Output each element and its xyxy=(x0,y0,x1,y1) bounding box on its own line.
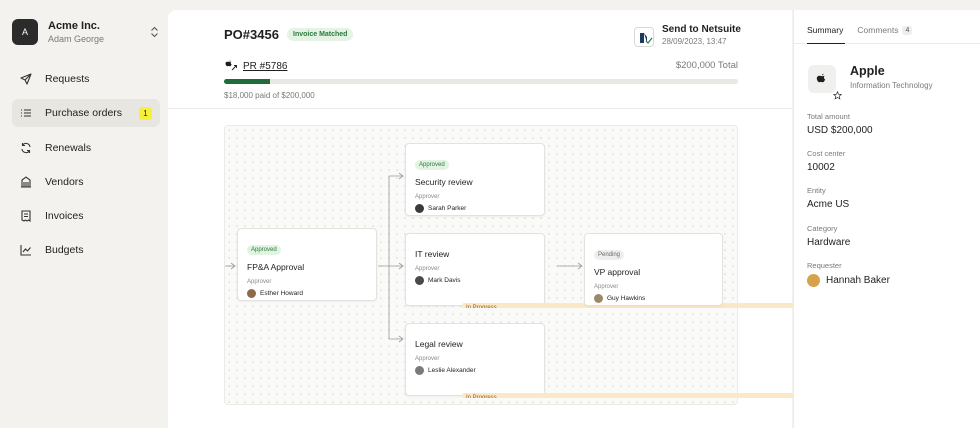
node-title: VP approval xyxy=(594,267,641,277)
workflow-node-fpa-approval[interactable]: Approved FP&A Approval Approver Esther H… xyxy=(237,228,377,301)
approver-name: Esther Howard xyxy=(260,290,303,297)
sidebar-item-label: Invoices xyxy=(45,210,84,223)
status-badge: Invoice Matched xyxy=(287,28,354,41)
approver: Leslie Alexander xyxy=(415,366,544,375)
field-label-total-amount: Total amount xyxy=(807,112,850,121)
org-user: Adam George xyxy=(48,33,105,44)
payment-progress-bar xyxy=(224,79,738,84)
netsuite-icon[interactable] xyxy=(634,27,654,47)
workflow-node-legal-review[interactable]: In Progress Legal review Approver Leslie… xyxy=(405,323,976,398)
status-badge: Pending xyxy=(594,250,625,260)
avatar xyxy=(807,274,820,287)
refresh-icon xyxy=(19,141,33,155)
tab-summary[interactable]: Summary xyxy=(807,22,843,38)
tab-comments[interactable]: Comments 4 xyxy=(857,22,913,38)
workflow-node-it-review[interactable]: In Progress IT review Approver Mark Davi… xyxy=(405,233,976,308)
node-title: Legal review xyxy=(415,339,463,349)
pr-link[interactable]: PR #5786 xyxy=(224,59,287,74)
sidebar-item-renewals[interactable]: Renewals xyxy=(12,134,160,162)
approver-name: Sarah Parker xyxy=(428,205,467,212)
sidebar-item-label: Purchase orders xyxy=(45,107,123,120)
workflow-node-security-review[interactable]: Approved Security review Approver Sarah … xyxy=(405,143,545,216)
approval-workflow-canvas: Approved FP&A Approval Approver Esther H… xyxy=(224,125,976,405)
approver: Esther Howard xyxy=(247,289,376,298)
node-role: Approver xyxy=(594,284,619,290)
paid-summary: $18,000 paid of $200,000 xyxy=(224,91,315,100)
tab-label: Summary xyxy=(807,25,844,35)
send-timestamp: 28/09/2023, 13:47 xyxy=(662,37,727,46)
sidebar-item-label: Renewals xyxy=(45,141,92,154)
summary-tabs: Summary Comments 4 xyxy=(807,22,926,38)
tab-label: Comments xyxy=(857,25,899,35)
vendor-category: Information Technology xyxy=(850,81,933,90)
divider xyxy=(168,108,792,109)
active-tab-indicator xyxy=(807,43,845,44)
field-value-category: Hardware xyxy=(807,237,851,248)
pr-link-label: PR #5786 xyxy=(243,61,288,72)
org-name: Acme Inc. xyxy=(48,19,100,32)
field-value-total-amount: USD $200,000 xyxy=(807,125,873,136)
sidebar-item-purchase-orders[interactable]: Purchase orders 1 xyxy=(12,99,160,128)
sidebar-item-label: Budgets xyxy=(45,244,84,257)
status-badge: Approved xyxy=(415,160,449,170)
node-title: FP&A Approval xyxy=(247,262,305,272)
sidebar-nav: Requests Purchase orders 1 Renewals Vend… xyxy=(12,65,160,271)
requester-name: Hannah Baker xyxy=(826,275,890,286)
avatar xyxy=(415,366,424,375)
receipt-icon xyxy=(19,209,33,223)
sidebar-item-requests[interactable]: Requests xyxy=(12,65,160,93)
main-panel: PO#3456 Invoice Matched Send to Netsuite… xyxy=(168,10,976,428)
building-icon xyxy=(19,175,33,189)
node-title: Security review xyxy=(415,177,473,187)
apple-logo-icon xyxy=(808,65,836,93)
node-role: Approver xyxy=(247,279,272,285)
po-total: $200,000 Total xyxy=(675,60,738,71)
approver: Mark Davis xyxy=(415,276,544,285)
field-label-category: Category xyxy=(807,224,838,233)
sidebar-item-invoices[interactable]: Invoices xyxy=(12,202,160,230)
org-switcher[interactable]: A Acme Inc. Adam George xyxy=(12,14,160,50)
payment-progress-fill xyxy=(224,79,271,84)
node-role: Approver xyxy=(415,356,440,362)
approver-name: Mark Davis xyxy=(428,277,461,284)
apple-link-icon xyxy=(224,59,238,74)
star-icon[interactable] xyxy=(832,87,843,105)
avatar xyxy=(415,204,424,213)
node-title: IT review xyxy=(415,249,450,259)
field-label-entity: Entity xyxy=(807,186,826,195)
field-label-cost-center: Cost center xyxy=(807,149,846,158)
summary-panel: Summary Comments 4 Apple Information Tec… xyxy=(793,10,980,428)
sidebar-item-label: Vendors xyxy=(45,175,84,188)
count-badge: 1 xyxy=(139,106,152,120)
field-label-requester: Requester xyxy=(807,261,842,270)
requester[interactable]: Hannah Baker xyxy=(807,274,890,287)
sidebar-item-vendors[interactable]: Vendors xyxy=(12,168,160,196)
sidebar-item-budgets[interactable]: Budgets xyxy=(12,236,160,264)
workflow-node-vp-approval[interactable]: Pending VP approval Approver Guy Hawkins xyxy=(584,233,723,306)
approver-name: Guy Hawkins xyxy=(607,295,646,302)
approver: Guy Hawkins xyxy=(594,294,722,303)
approver-name: Leslie Alexander xyxy=(428,367,476,374)
chart-icon xyxy=(19,243,33,257)
vendor-name[interactable]: Apple xyxy=(850,64,885,78)
sidebar: A Acme Inc. Adam George Requests Purchas… xyxy=(0,0,168,428)
node-role: Approver xyxy=(415,194,440,200)
field-value-cost-center: 10002 xyxy=(807,162,835,173)
send-to-netsuite[interactable]: Send to Netsuite xyxy=(662,24,741,35)
node-role: Approver xyxy=(415,266,440,272)
avatar xyxy=(594,294,603,303)
comment-count-badge: 4 xyxy=(902,25,913,35)
field-value-entity: Acme US xyxy=(807,199,850,210)
avatar xyxy=(247,289,256,298)
avatar xyxy=(415,276,424,285)
list-icon xyxy=(19,106,33,120)
sidebar-item-label: Requests xyxy=(45,73,90,85)
org-logo: A xyxy=(12,19,38,45)
approver: Sarah Parker xyxy=(415,204,544,213)
status-badge: Approved xyxy=(247,245,281,255)
chevron-updown-icon[interactable] xyxy=(148,25,160,39)
page-title: PO#3456 xyxy=(224,27,279,42)
send-icon xyxy=(19,72,33,86)
